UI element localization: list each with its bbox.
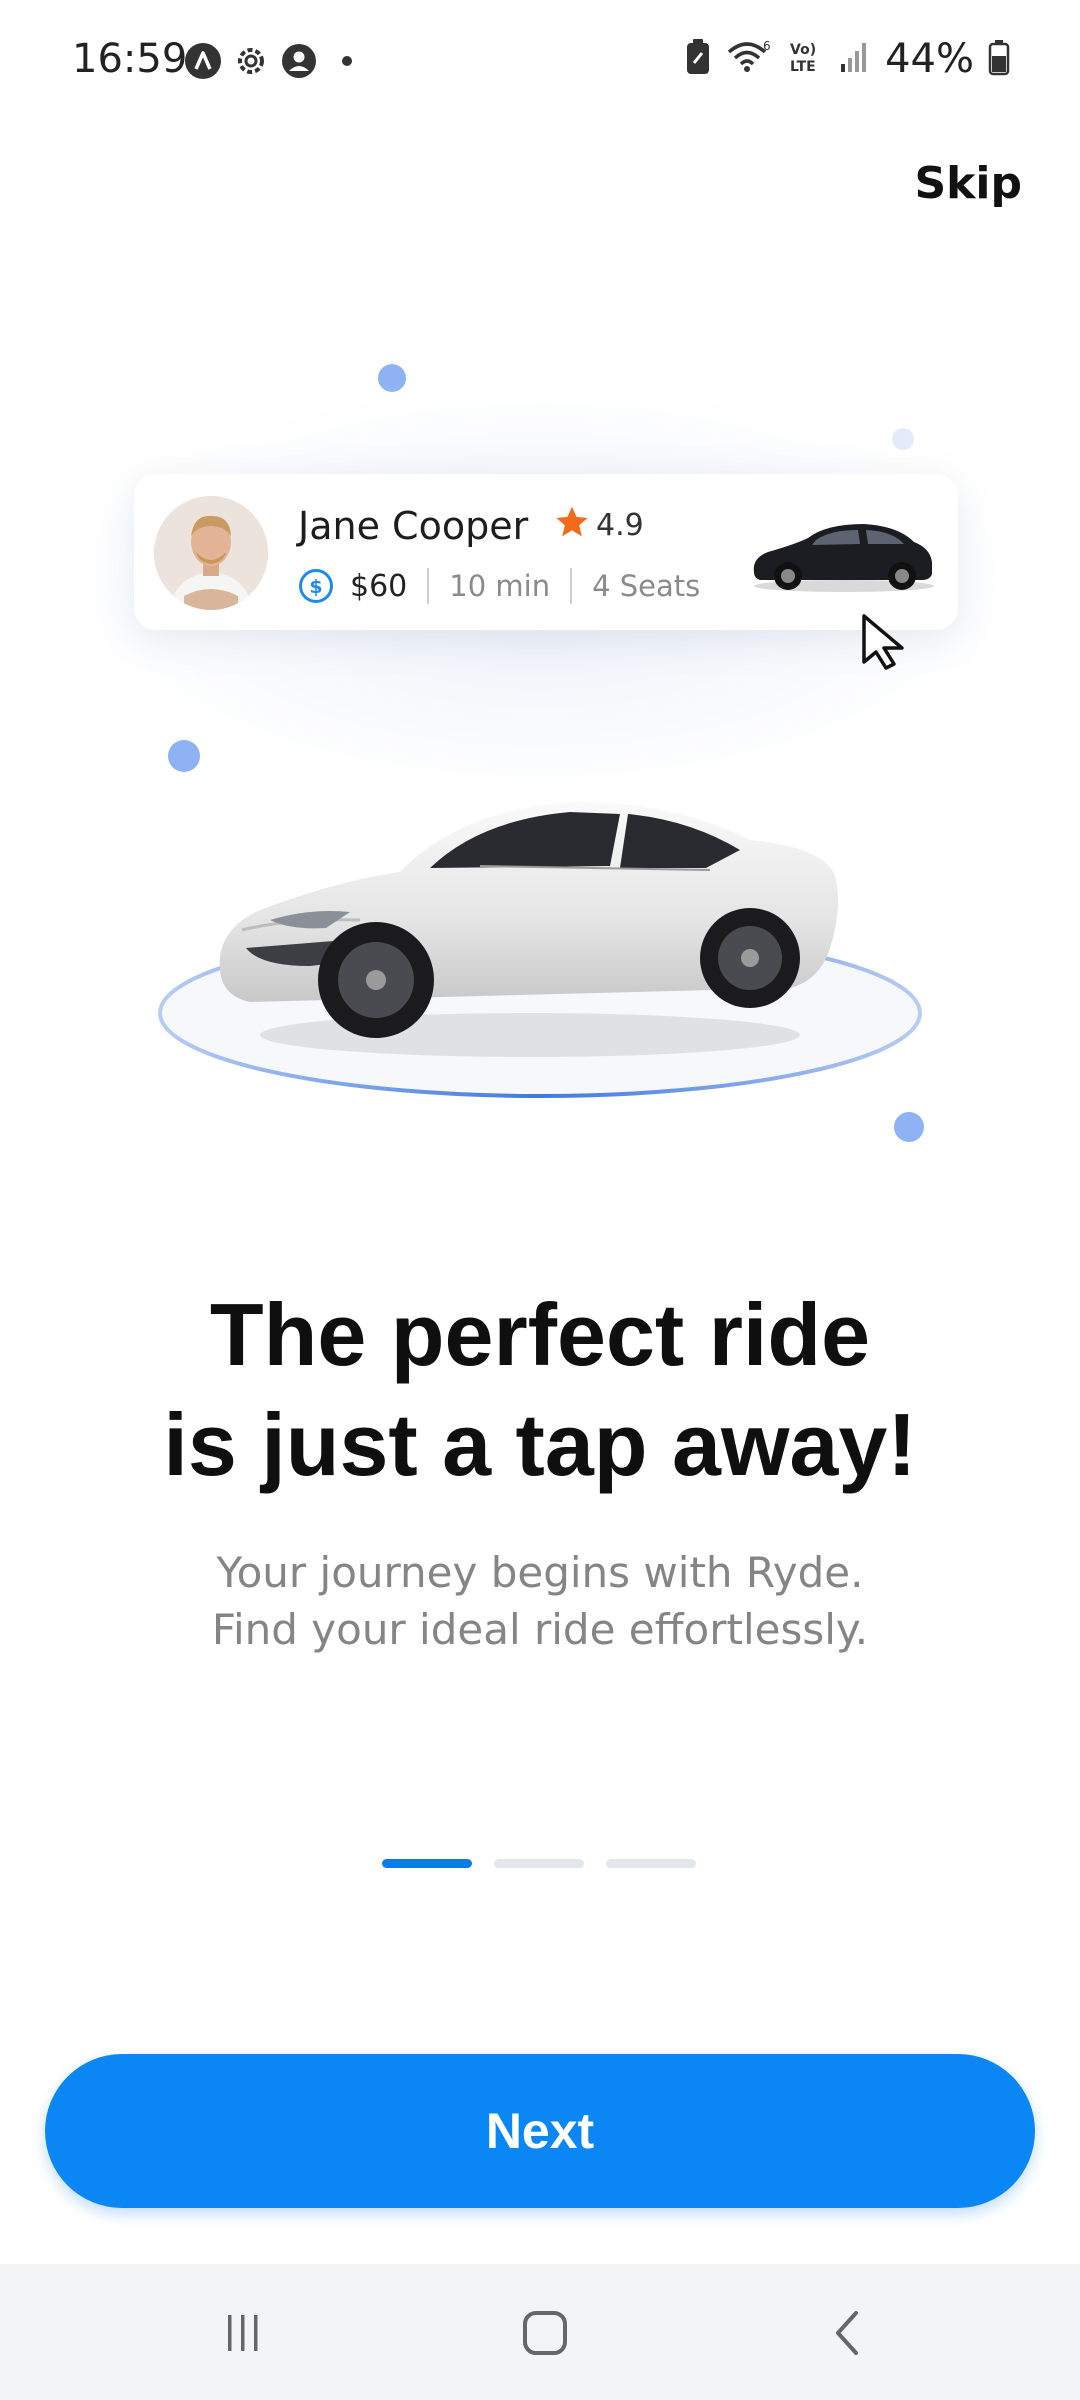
subtitle-line-1: Your journey begins with Ryde. [216, 1548, 864, 1597]
decor-dot [892, 428, 914, 450]
ride-seats: 4 Seats [592, 569, 701, 603]
svg-text:Vo): Vo) [790, 42, 816, 58]
headline-line-1: The perfect ride [209, 1285, 871, 1384]
dot-icon [328, 42, 366, 80]
dollar-icon: $ [299, 569, 333, 603]
page-dot-1[interactable] [382, 1859, 472, 1868]
app-icon [184, 42, 222, 80]
divider [570, 568, 573, 604]
battery-percent: 44% [885, 36, 974, 82]
skip-button[interactable]: Skip [914, 158, 1022, 209]
ride-price: $60 [350, 568, 408, 604]
decor-dot [168, 740, 200, 772]
back-button[interactable] [812, 2298, 882, 2368]
page-indicator [382, 1859, 696, 1868]
decor-dot [378, 364, 406, 392]
page-dot-3[interactable] [606, 1859, 696, 1868]
system-nav-bar [0, 2264, 1080, 2400]
battery-icon [988, 38, 1010, 81]
battery-saver-icon [685, 38, 711, 81]
subtitle: Your journey begins with Ryde. Find your… [0, 1544, 1080, 1658]
settings-icon [232, 42, 270, 80]
home-button[interactable] [510, 2298, 580, 2368]
pointer-cursor-icon [862, 614, 904, 670]
status-bar: 16:59 6 Vo) LTE 44% [0, 0, 1080, 120]
page-dot-2[interactable] [494, 1859, 584, 1868]
status-right-icons: 6 Vo) LTE 44% [685, 36, 1010, 82]
driver-name: Jane Cooper [298, 504, 529, 548]
status-left-icons [184, 42, 366, 80]
ride-meta: $ $60 10 min 4 Seats [298, 566, 700, 606]
ride-duration: 10 min [449, 569, 551, 603]
driver-card[interactable]: Jane Cooper 4.9 $ $60 10 min 4 Seats [134, 474, 958, 630]
car-illustration [158, 801, 922, 1098]
headline-line-2: is just a tap away! [163, 1395, 917, 1494]
subtitle-line-2: Find your ideal ride effortlessly. [211, 1605, 869, 1654]
svg-text:$: $ [309, 576, 322, 598]
svg-text:6: 6 [763, 39, 771, 53]
next-button[interactable]: Next [45, 2054, 1035, 2208]
wifi-icon: 6 [725, 38, 773, 81]
headline: The perfect ride is just a tap away! [0, 1280, 1080, 1500]
decor-dot [894, 1112, 924, 1142]
divider [427, 568, 430, 604]
svg-text:LTE: LTE [790, 59, 816, 75]
suv-car-image [753, 524, 934, 592]
signal-icon [839, 38, 871, 81]
status-time: 16:59 [72, 36, 188, 82]
driver-avatar [154, 496, 268, 610]
recent-apps-button[interactable] [208, 2298, 278, 2368]
star-icon [556, 506, 588, 537]
volte-icon: Vo) LTE [787, 38, 825, 81]
driver-rating: 4.9 [596, 508, 644, 543]
account-icon [280, 42, 318, 80]
